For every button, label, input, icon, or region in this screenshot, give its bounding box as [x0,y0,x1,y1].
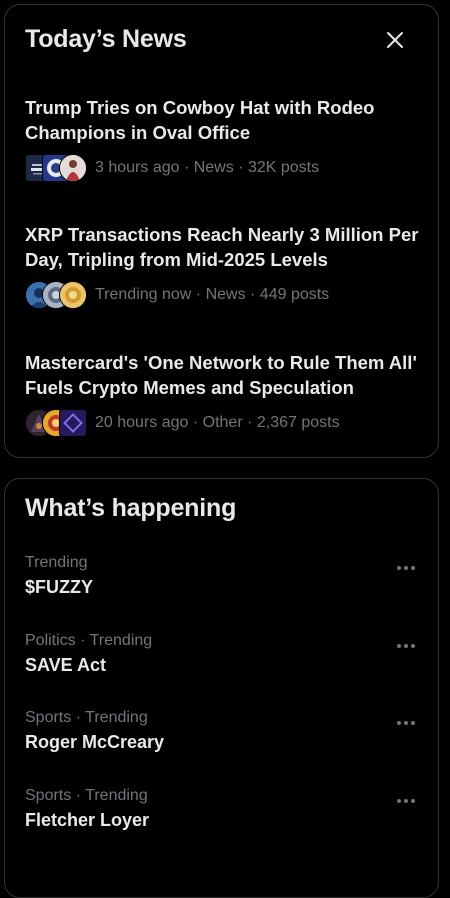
more-button[interactable] [392,632,420,660]
trend-item[interactable]: Trending $FUZZY [25,554,420,614]
news-item[interactable]: Mastercard's 'One Network to Rule Them A… [25,350,420,438]
more-icon [397,721,415,725]
trend-context: Politics · Trending [25,632,153,649]
news-meta: Trending now · News · 449 posts [95,286,330,303]
trend-name: SAVE Act [25,655,107,675]
news-item[interactable]: Trump Tries on Cowboy Hat with Rodeo Cha… [25,95,420,183]
news-headline: XRP Transactions Reach Nearly 3 Million … [25,224,419,270]
news-avatars [25,281,87,309]
avatar [59,281,87,309]
more-icon [397,799,415,803]
trend-context: Trending [25,554,88,571]
trend-item[interactable]: Sports · Trending Roger McCreary [25,709,420,769]
news-meta: 3 hours ago · News · 32K posts [95,159,320,176]
news-headline: Mastercard's 'One Network to Rule Them A… [25,352,417,398]
whats-happening-card: What’s happening Trending $FUZZY Politic… [4,478,439,898]
news-headline: Trump Tries on Cowboy Hat with Rodeo Cha… [25,97,375,143]
more-icon [397,566,415,570]
news-card-title: Today’s News [25,25,187,53]
todays-news-card: Today’s News Trump Tries on Cowboy Hat w… [4,4,439,458]
news-item[interactable]: XRP Transactions Reach Nearly 3 Million … [25,222,420,310]
news-meta: 20 hours ago · Other · 2,367 posts [95,414,340,431]
avatar [59,409,87,437]
trend-item[interactable]: Sports · Trending Fletcher Loyer [25,787,420,847]
avatar [59,154,87,182]
trend-name: Roger McCreary [25,732,165,752]
trend-context: Sports · Trending [25,787,148,804]
more-button[interactable] [392,554,420,582]
more-icon [397,644,415,648]
happening-card-title: What’s happening [25,494,237,522]
more-button[interactable] [392,787,420,815]
news-avatars [25,154,87,182]
trend-item[interactable]: Politics · Trending SAVE Act [25,632,420,692]
close-button[interactable] [380,25,410,55]
trend-name: Fletcher Loyer [25,810,150,830]
more-button[interactable] [392,709,420,737]
news-avatars [25,409,87,437]
trend-context: Sports · Trending [25,709,148,726]
close-icon [387,32,403,48]
trend-name: $FUZZY [25,577,94,597]
